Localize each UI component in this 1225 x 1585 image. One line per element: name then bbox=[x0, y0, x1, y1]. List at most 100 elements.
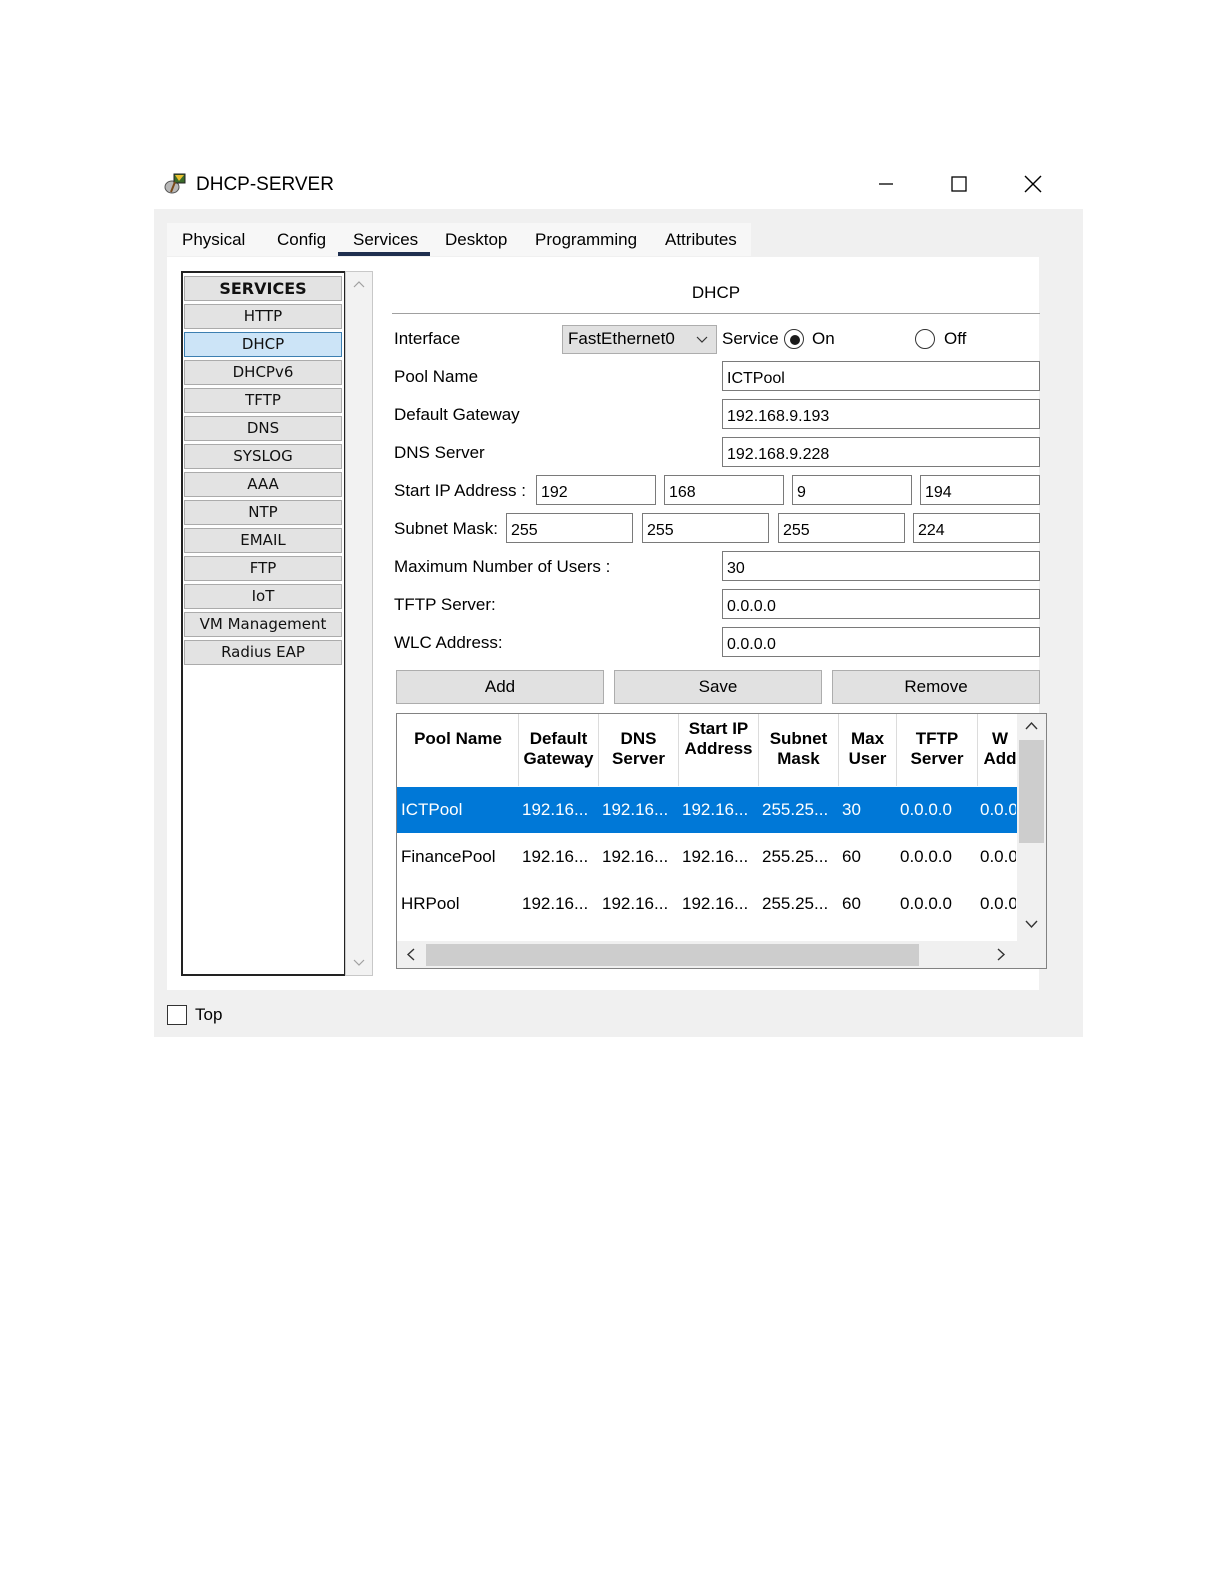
table-cell: 192.16... bbox=[522, 800, 589, 819]
scroll-corner bbox=[1017, 941, 1046, 968]
table-cell: 0.0.0.0 bbox=[900, 847, 952, 866]
service-dhcp[interactable]: DHCP bbox=[184, 332, 342, 357]
table-cell: 192.16... bbox=[522, 847, 589, 866]
col-pool-name[interactable]: Pool Name bbox=[398, 729, 518, 749]
table-cell: 192.16... bbox=[602, 847, 669, 866]
tab-desktop[interactable]: Desktop bbox=[430, 223, 522, 256]
default-gateway-input[interactable] bbox=[722, 399, 1040, 429]
service-off-radio[interactable] bbox=[915, 329, 935, 349]
table-cell: 192.16... bbox=[682, 847, 749, 866]
close-button[interactable] bbox=[1011, 168, 1055, 200]
dns-server-input[interactable] bbox=[722, 437, 1040, 467]
tab-programming[interactable]: Programming bbox=[520, 223, 652, 256]
minimize-button[interactable] bbox=[864, 168, 908, 200]
column-header-text: DNS Server bbox=[612, 729, 665, 768]
col-dns-server[interactable]: DNS Server bbox=[599, 729, 678, 769]
chevron-up-icon bbox=[353, 281, 365, 288]
subnet-octet-3[interactable] bbox=[778, 513, 905, 543]
table-cell: 192.16... bbox=[602, 800, 669, 819]
start-ip-octet-2[interactable] bbox=[664, 475, 784, 505]
subnet-octet-4[interactable] bbox=[913, 513, 1040, 543]
top-label: Top bbox=[195, 1005, 223, 1024]
service-ntp[interactable]: NTP bbox=[184, 500, 342, 525]
table-cell: 192.16... bbox=[522, 894, 589, 913]
horizontal-scroll-thumb[interactable] bbox=[426, 944, 919, 966]
header-divider bbox=[392, 313, 1040, 314]
default-gateway-label: Default Gateway bbox=[394, 405, 520, 424]
minimize-icon bbox=[879, 183, 893, 185]
service-aaa[interactable]: AAA bbox=[184, 472, 342, 497]
tftp-server-input[interactable] bbox=[722, 589, 1040, 619]
subnet-octet-1[interactable] bbox=[506, 513, 633, 543]
dhcp-header: DHCP bbox=[691, 283, 741, 302]
tab-config[interactable]: Config bbox=[262, 223, 341, 256]
column-header-text: TFTP Server bbox=[910, 729, 964, 768]
table-cell: 0.0.0.0 bbox=[900, 800, 952, 819]
col-start-ip[interactable]: Start IP Address bbox=[679, 719, 758, 759]
maximize-icon bbox=[951, 176, 967, 192]
column-header-text: Pool Name bbox=[414, 729, 502, 748]
table-cell: 255.25... bbox=[762, 847, 829, 866]
service-syslog[interactable]: SYSLOG bbox=[184, 444, 342, 469]
services-header: SERVICES bbox=[184, 276, 342, 301]
tab-attributes[interactable]: Attributes bbox=[650, 223, 752, 256]
interface-label: Interface bbox=[394, 329, 461, 348]
table-cell: 255.25... bbox=[762, 894, 829, 913]
col-default-gateway[interactable]: Default Gateway bbox=[519, 729, 598, 769]
chevron-down-icon bbox=[353, 959, 365, 966]
column-header-text: Max User bbox=[848, 729, 887, 768]
pool-name-label: Pool Name bbox=[394, 367, 479, 386]
service-dhcpv6[interactable]: DHCPv6 bbox=[184, 360, 342, 385]
save-button[interactable]: Save bbox=[614, 670, 822, 704]
tab-physical[interactable]: Physical bbox=[167, 223, 260, 256]
wlc-address-input[interactable] bbox=[722, 627, 1040, 657]
interface-select[interactable]: FastEthernet0 bbox=[562, 325, 717, 354]
service-off-label: Off bbox=[944, 329, 967, 348]
start-ip-octet-1[interactable] bbox=[536, 475, 656, 505]
column-header-text: Default Gateway bbox=[523, 729, 594, 768]
chevron-left-icon bbox=[406, 948, 415, 961]
table-cell: 60 bbox=[842, 847, 861, 866]
column-header-text: Subnet Mask bbox=[769, 729, 828, 768]
chevron-up-icon bbox=[1025, 721, 1038, 730]
service-http[interactable]: HTTP bbox=[184, 304, 342, 329]
table-cell: 255.25... bbox=[762, 800, 829, 819]
start-ip-octet-4[interactable] bbox=[920, 475, 1040, 505]
service-on-radio[interactable] bbox=[784, 329, 804, 349]
table-cell: 0.0.0 bbox=[980, 894, 1016, 913]
service-iot[interactable]: IoT bbox=[184, 584, 342, 609]
col-wlc-address[interactable]: W Add bbox=[978, 729, 1017, 769]
add-button[interactable]: Add bbox=[396, 670, 604, 704]
service-tftp[interactable]: TFTP bbox=[184, 388, 342, 413]
col-max-user[interactable]: Max User bbox=[839, 729, 896, 769]
top-checkbox[interactable] bbox=[167, 1005, 187, 1025]
service-vm-management[interactable]: VM Management bbox=[184, 612, 342, 637]
subnet-octet-2[interactable] bbox=[642, 513, 769, 543]
service-radius-eap[interactable]: Radius EAP bbox=[184, 640, 342, 665]
col-subnet-mask[interactable]: Subnet Mask bbox=[759, 729, 838, 769]
service-dns[interactable]: DNS bbox=[184, 416, 342, 441]
col-tftp-server[interactable]: TFTP Server bbox=[897, 729, 977, 769]
table-cell: FinancePool bbox=[401, 847, 496, 866]
remove-button[interactable]: Remove bbox=[832, 670, 1040, 704]
table-cell: 192.16... bbox=[682, 800, 749, 819]
table-cell: 0.0.0 bbox=[980, 847, 1016, 866]
pool-name-input[interactable] bbox=[722, 361, 1040, 391]
table-cell: ICTPool bbox=[401, 800, 463, 819]
start-ip-octet-3[interactable] bbox=[792, 475, 912, 505]
service-label: Service bbox=[722, 329, 779, 348]
service-email[interactable]: EMAIL bbox=[184, 528, 342, 553]
radio-selected-dot bbox=[790, 335, 800, 345]
table-cell: 60 bbox=[842, 894, 861, 913]
dns-server-label: DNS Server bbox=[394, 443, 485, 462]
table-cell: 192.16... bbox=[602, 894, 669, 913]
table-cell: 30 bbox=[842, 800, 861, 819]
service-ftp[interactable]: FTP bbox=[184, 556, 342, 581]
table-cell: 0.0.0.0 bbox=[900, 894, 952, 913]
maximize-button[interactable] bbox=[937, 168, 981, 200]
services-scrollbar[interactable] bbox=[345, 271, 373, 976]
vertical-scroll-thumb[interactable] bbox=[1019, 740, 1044, 843]
subnet-mask-label: Subnet Mask: bbox=[394, 519, 498, 538]
max-users-input[interactable] bbox=[722, 551, 1040, 581]
window-title: DHCP-SERVER bbox=[196, 174, 334, 195]
